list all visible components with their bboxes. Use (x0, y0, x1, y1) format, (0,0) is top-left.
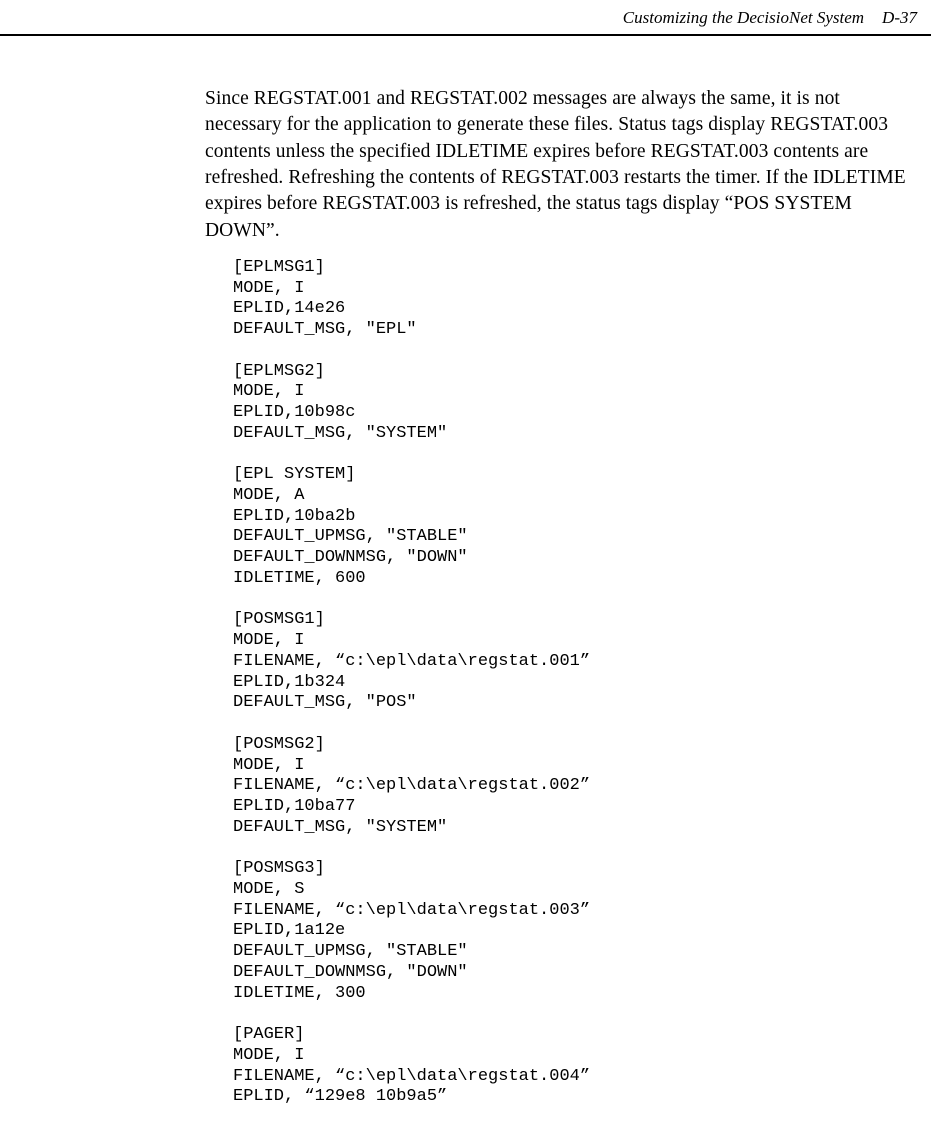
code-block: [EPLMSG1] MODE, I EPLID,14e26 DEFAULT_MS… (233, 258, 913, 1108)
body-paragraph: Since REGSTAT.001 and REGSTAT.002 messag… (205, 86, 913, 244)
header-title: Customizing the DecisioNet System (623, 8, 864, 28)
page-header: Customizing the DecisioNet System D-37 (0, 0, 931, 36)
header-page-number: D-37 (882, 8, 917, 28)
page-content: Since REGSTAT.001 and REGSTAT.002 messag… (0, 36, 931, 1108)
